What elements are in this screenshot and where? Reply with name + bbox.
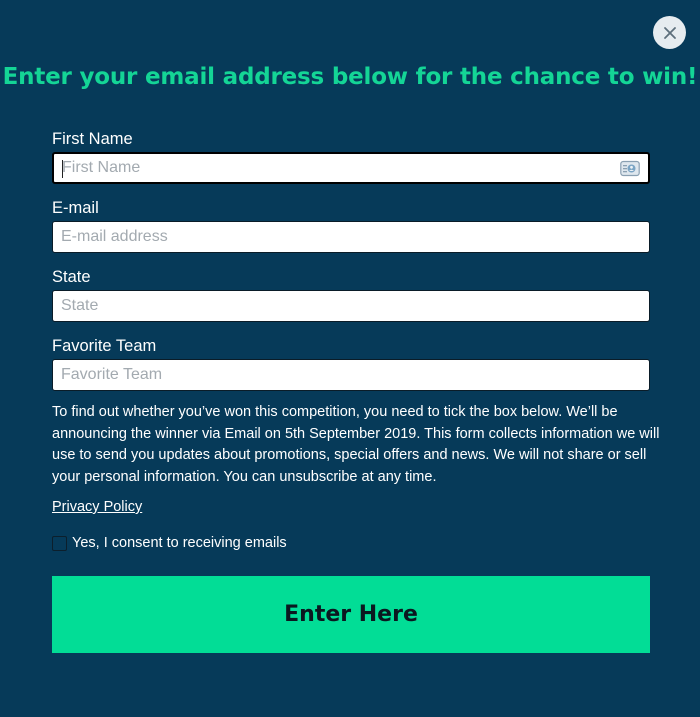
close-button[interactable] bbox=[653, 16, 686, 49]
email-label: E-mail bbox=[52, 199, 99, 217]
state-input[interactable] bbox=[53, 291, 649, 321]
privacy-policy-link[interactable]: Privacy Policy bbox=[52, 499, 142, 515]
first-name-input[interactable] bbox=[54, 154, 648, 182]
first-name-field-wrapper bbox=[52, 152, 650, 184]
contact-card-icon[interactable] bbox=[620, 160, 640, 177]
enter-here-label: Enter Here bbox=[284, 602, 418, 627]
email-input[interactable] bbox=[53, 222, 649, 252]
consent-label: Yes, I consent to receiving emails bbox=[72, 535, 287, 551]
signup-modal: Enter your email address below for the c… bbox=[0, 0, 700, 717]
consent-checkbox-row[interactable]: Yes, I consent to receiving emails bbox=[52, 535, 287, 551]
email-field-wrapper bbox=[52, 221, 650, 253]
first-name-label: First Name bbox=[52, 130, 133, 148]
state-field-wrapper bbox=[52, 290, 650, 322]
state-label: State bbox=[52, 268, 91, 286]
favorite-team-field-wrapper bbox=[52, 359, 650, 391]
close-icon bbox=[663, 26, 676, 39]
modal-headline: Enter your email address below for the c… bbox=[2, 64, 698, 90]
consent-checkbox[interactable] bbox=[52, 535, 67, 551]
enter-here-button[interactable]: Enter Here bbox=[52, 576, 650, 653]
text-caret bbox=[62, 160, 63, 178]
disclaimer-text: To find out whether you’ve won this comp… bbox=[52, 404, 660, 485]
favorite-team-input[interactable] bbox=[53, 360, 649, 390]
favorite-team-label: Favorite Team bbox=[52, 337, 157, 355]
